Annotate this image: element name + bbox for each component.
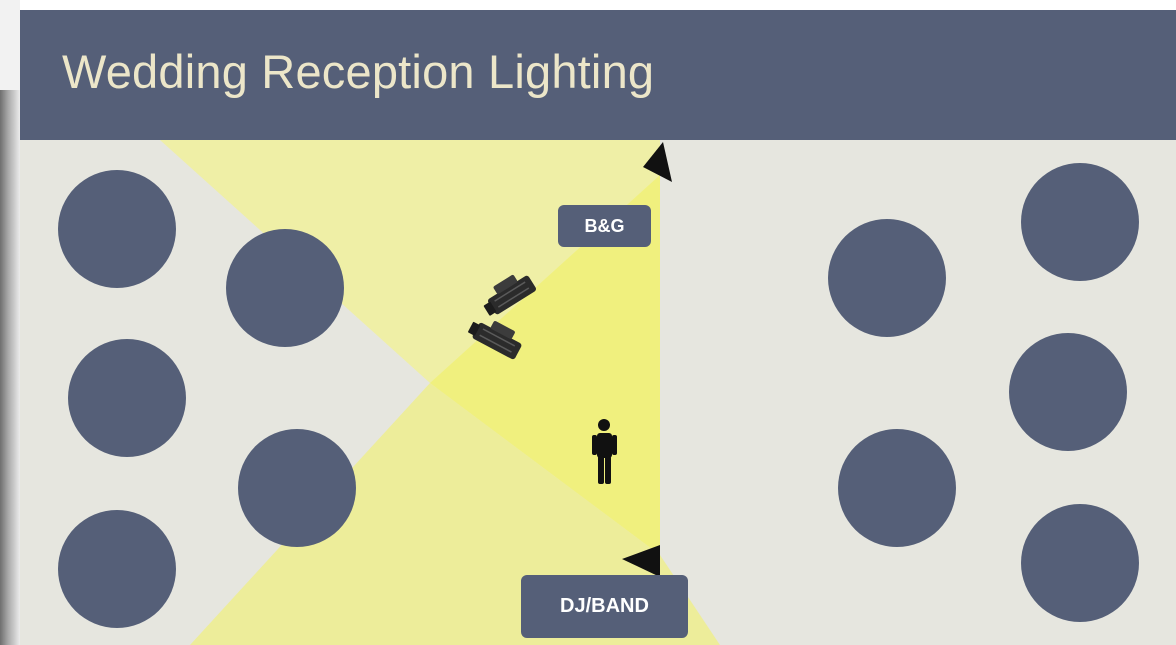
dj-band-label: DJ/BAND xyxy=(521,575,688,638)
table-right-1 xyxy=(828,219,946,337)
table-right-2 xyxy=(838,429,956,547)
table-left-3 xyxy=(58,510,176,628)
table-left-1 xyxy=(58,170,176,288)
table-right-3 xyxy=(1021,163,1139,281)
page-title: Wedding Reception Lighting xyxy=(62,45,655,98)
table-left-5 xyxy=(238,429,356,547)
table-right-4 xyxy=(1009,333,1127,451)
lighting-diagram: Wedding Reception Lighting B&G DJ/BAND xyxy=(0,0,1176,645)
table-left-2 xyxy=(68,339,186,457)
bride-groom-label: B&G xyxy=(558,205,651,247)
table-left-4 xyxy=(226,229,344,347)
table-right-5 xyxy=(1021,504,1139,622)
